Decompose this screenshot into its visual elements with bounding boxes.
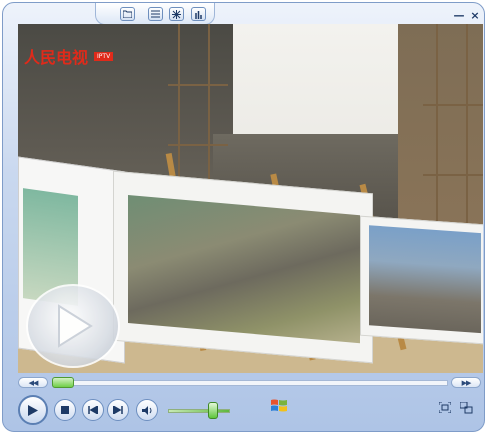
folder-icon[interactable] bbox=[120, 7, 135, 21]
logo-badge: IPTV bbox=[94, 51, 114, 61]
play-icon bbox=[28, 404, 38, 416]
stop-button[interactable] bbox=[54, 399, 76, 421]
seek-bar: ◀◀ ▶▶ bbox=[18, 377, 483, 389]
scaffold-pole bbox=[466, 24, 468, 234]
big-play-button[interactable] bbox=[26, 284, 120, 368]
equalizer-icon[interactable] bbox=[191, 7, 206, 21]
fullscreen-icon[interactable] bbox=[438, 401, 452, 414]
rendering-image bbox=[369, 225, 481, 334]
building-right bbox=[398, 24, 483, 244]
mute-button[interactable] bbox=[136, 399, 158, 421]
play-icon bbox=[58, 304, 93, 348]
channel-logo: 人民电视 IPTV bbox=[24, 44, 114, 68]
windows-logo-icon bbox=[270, 398, 288, 412]
speaker-icon bbox=[141, 405, 151, 415]
stop-icon bbox=[61, 406, 69, 414]
display-board-main bbox=[113, 170, 373, 364]
scaffold-bar bbox=[423, 104, 483, 106]
rendering-image bbox=[128, 194, 360, 344]
seek-forward-button[interactable]: ▶▶ bbox=[451, 377, 481, 388]
next-icon bbox=[113, 406, 123, 414]
close-button[interactable]: × bbox=[469, 9, 481, 22]
scaffold-bar bbox=[423, 174, 483, 176]
scaffold-pole bbox=[436, 24, 438, 234]
display-board-right bbox=[360, 215, 483, 345]
seek-track[interactable] bbox=[52, 380, 448, 386]
scaffold-bar bbox=[168, 84, 228, 86]
volume-track[interactable] bbox=[168, 409, 230, 413]
next-button[interactable] bbox=[107, 399, 129, 421]
scaffold-bar bbox=[168, 144, 228, 146]
seek-thumb[interactable] bbox=[52, 377, 74, 388]
minimize-button[interactable]: — bbox=[453, 9, 465, 22]
visualization-icon[interactable] bbox=[169, 7, 184, 21]
list-icon[interactable] bbox=[148, 7, 163, 21]
switch-to-skin-icon[interactable] bbox=[459, 401, 473, 414]
previous-button[interactable] bbox=[82, 399, 104, 421]
volume-slider[interactable] bbox=[207, 402, 218, 419]
title-bar: — × bbox=[3, 3, 484, 25]
play-button[interactable] bbox=[18, 395, 48, 425]
video-area[interactable]: 人民电视 IPTV bbox=[18, 24, 483, 373]
previous-icon bbox=[88, 406, 98, 414]
logo-text: 人民电视 bbox=[24, 48, 89, 67]
seek-back-button[interactable]: ◀◀ bbox=[18, 377, 48, 388]
